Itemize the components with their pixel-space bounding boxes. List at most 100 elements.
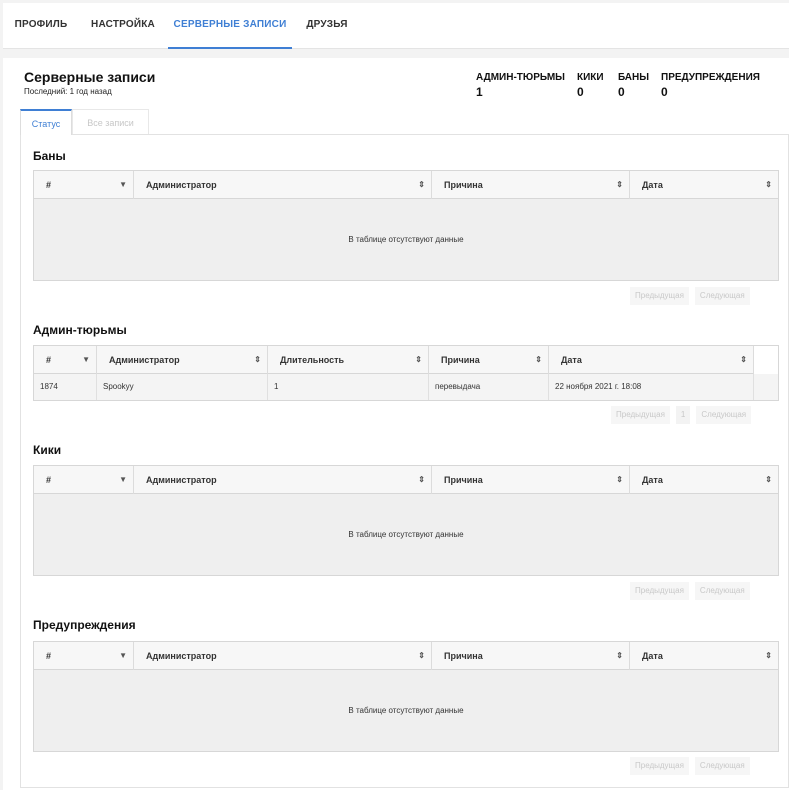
tab-friends[interactable]: Друзья (299, 3, 355, 49)
stat-label: Предупреждения (661, 72, 760, 83)
column-reason[interactable]: Причина ⇕ (432, 642, 630, 670)
sort-desc-icon: ▼ (119, 180, 127, 189)
column-label: Причина (444, 180, 483, 190)
column-duration[interactable]: Длительность ⇕ (268, 346, 429, 374)
column-label: Администратор (109, 355, 180, 365)
column-label: Администратор (146, 475, 217, 485)
prev-page-button[interactable]: Предыдущая (630, 287, 689, 305)
next-page-button[interactable]: Следующая (694, 757, 750, 775)
empty-message: В таблице отсутствуют данные (34, 199, 778, 280)
sort-icon: ⇕ (415, 355, 422, 364)
next-page-button[interactable]: Следующая (694, 582, 750, 600)
column-reason[interactable]: Причина ⇕ (432, 171, 630, 199)
prev-page-button[interactable]: Предыдущая (630, 582, 689, 600)
column-admin[interactable]: Администратор ⇕ (97, 346, 268, 374)
last-record-subtitle: Последний: 1 год назад (24, 87, 112, 96)
kicks-table: # ▼ Администратор ⇕ Причина ⇕ Дата ⇕ В табли… (33, 465, 779, 576)
sort-icon: ⇕ (616, 180, 623, 189)
next-page-button[interactable]: Следующая (696, 406, 752, 424)
sort-icon: ⇕ (616, 475, 623, 484)
column-label: Дата (642, 475, 663, 485)
column-label: Администратор (146, 180, 217, 190)
stat-kicks: Кики 0 (577, 72, 604, 99)
column-date[interactable]: Дата ⇕ (630, 466, 778, 494)
empty-message: В таблице отсутствуют данные (34, 670, 778, 751)
column-label: # (46, 475, 52, 485)
subtab-status[interactable]: Статус (20, 109, 72, 135)
column-label: Дата (642, 180, 663, 190)
stat-jails: Админ-тюрьмы 1 (476, 72, 565, 99)
kicks-title: Кики (33, 443, 62, 457)
kicks-pagination: Предыдущая Следующая (630, 582, 750, 600)
tab-profile[interactable]: Профиль (3, 3, 79, 49)
sort-icon: ⇕ (418, 180, 425, 189)
next-page-button[interactable]: Следующая (694, 287, 750, 305)
column-date[interactable]: Дата ⇕ (549, 346, 754, 374)
tab-server-records[interactable]: Серверные записи (168, 3, 292, 49)
column-id[interactable]: # ▼ (34, 466, 134, 494)
table-header: # ▼ Администратор ⇕ Причина ⇕ Дата ⇕ (34, 466, 778, 494)
warnings-pagination: Предыдущая Следующая (630, 757, 750, 775)
server-records-card: Серверные записи Последний: 1 год назад … (3, 58, 789, 790)
sort-icon: ⇕ (418, 651, 425, 660)
table-row: 1874 Spookyy 1 перевыдача 22 ноября 2021… (34, 374, 778, 400)
jails-pagination: Предыдущая 1 Следующая (611, 406, 752, 424)
column-label: Дата (561, 355, 582, 365)
page-title: Серверные записи (24, 69, 156, 85)
sort-desc-icon: ▼ (119, 475, 127, 484)
sort-desc-icon: ▼ (82, 355, 90, 364)
column-admin[interactable]: Администратор ⇕ (134, 642, 432, 670)
column-label: Причина (444, 475, 483, 485)
column-label: Причина (444, 651, 483, 661)
sort-icon: ⇕ (765, 475, 772, 484)
bans-title: Баны (33, 149, 66, 163)
stat-warnings: Предупреждения 0 (661, 72, 760, 99)
column-admin[interactable]: Администратор ⇕ (134, 466, 432, 494)
table-header: # ▼ Администратор ⇕ Причина ⇕ Дата ⇕ (34, 171, 778, 199)
table-header: # ▼ Администратор ⇕ Длительность ⇕ Причина ⇕… (34, 346, 778, 374)
sort-icon: ⇕ (616, 651, 623, 660)
column-label: Администратор (146, 651, 217, 661)
column-reason[interactable]: Причина ⇕ (429, 346, 549, 374)
prev-page-button[interactable]: Предыдущая (630, 757, 689, 775)
table-header: # ▼ Администратор ⇕ Причина ⇕ Дата ⇕ (34, 642, 778, 670)
stat-label: Баны (618, 72, 650, 83)
cell-date: 22 ноября 2021 г. 18:08 (549, 374, 754, 400)
stat-label: Админ-тюрьмы (476, 72, 565, 83)
column-date[interactable]: Дата ⇕ (630, 642, 778, 670)
column-spacer (754, 346, 778, 374)
jails-title: Админ-тюрьмы (33, 323, 127, 337)
column-label: # (46, 355, 52, 365)
sort-icon: ⇕ (535, 355, 542, 364)
empty-message: В таблице отсутствуют данные (34, 494, 778, 575)
warnings-title: Предупреждения (33, 618, 136, 632)
stat-value: 0 (661, 85, 668, 99)
subtab-all-records[interactable]: Все записи (72, 109, 149, 135)
column-label: # (46, 180, 52, 190)
sort-icon: ⇕ (765, 651, 772, 660)
sort-icon: ⇕ (740, 355, 747, 364)
column-admin[interactable]: Администратор ⇕ (134, 171, 432, 199)
column-id[interactable]: # ▼ (34, 346, 97, 374)
sort-icon: ⇕ (254, 355, 261, 364)
cell-admin: Spookyy (97, 374, 268, 400)
sort-icon: ⇕ (765, 180, 772, 189)
sort-icon: ⇕ (418, 475, 425, 484)
column-label: Дата (642, 651, 663, 661)
stat-value: 0 (577, 85, 584, 99)
stat-label: Кики (577, 72, 604, 83)
column-date[interactable]: Дата ⇕ (630, 171, 778, 199)
column-id[interactable]: # ▼ (34, 171, 134, 199)
jails-table: # ▼ Администратор ⇕ Длительность ⇕ Причина ⇕… (33, 345, 779, 401)
prev-page-button[interactable]: Предыдущая (611, 406, 670, 424)
column-reason[interactable]: Причина ⇕ (432, 466, 630, 494)
warnings-table: # ▼ Администратор ⇕ Причина ⇕ Дата ⇕ В табли… (33, 641, 779, 752)
sort-desc-icon: ▼ (119, 651, 127, 660)
bans-pagination: Предыдущая Следующая (630, 287, 750, 305)
tab-settings[interactable]: Настройка (83, 3, 163, 49)
status-panel: Баны # ▼ Администратор ⇕ Причина ⇕ Дата ⇕ В … (20, 134, 789, 788)
stat-value: 1 (476, 85, 483, 99)
column-label: Длительность (280, 355, 345, 365)
page-number-button[interactable]: 1 (675, 406, 691, 424)
column-id[interactable]: # ▼ (34, 642, 134, 670)
